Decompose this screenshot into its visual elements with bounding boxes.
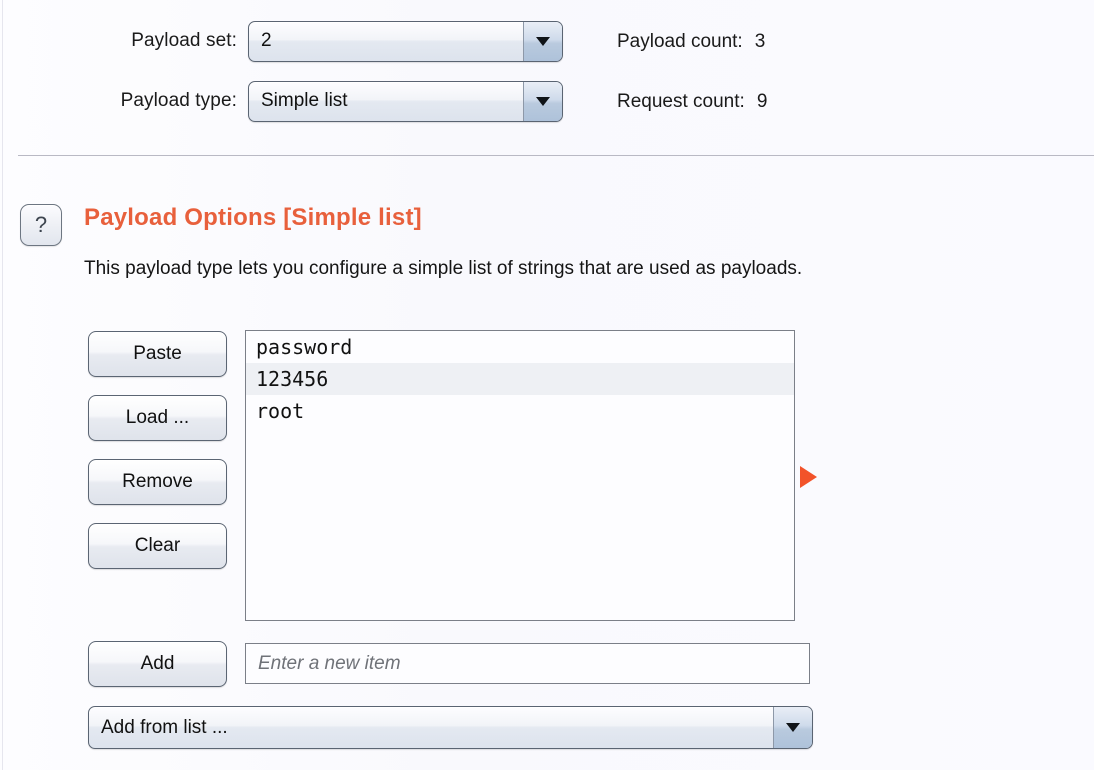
request-count-label: Request count: (617, 91, 745, 112)
payload-set-value: 2 (261, 30, 272, 51)
request-count: Request count: 9 (617, 91, 767, 113)
request-count-value: 9 (756, 91, 768, 112)
page-title: Payload Options [Simple list] (84, 204, 422, 231)
add-from-list-dropdown-button[interactable] (773, 707, 812, 748)
section-divider (18, 155, 1094, 156)
remove-button[interactable]: Remove (88, 459, 227, 505)
payload-count-value: 3 (754, 31, 766, 52)
payload-list[interactable]: password 123456 root (245, 330, 795, 621)
payload-count: Payload count: 3 (617, 31, 765, 53)
clear-button[interactable]: Clear (88, 523, 227, 569)
payload-config-section: Payload set: 2 Payload type: Simple list… (0, 0, 1094, 155)
chevron-down-icon (536, 36, 550, 46)
payload-type-row: Payload type: Simple list (0, 80, 1094, 122)
payload-set-row: Payload set: 2 (0, 20, 1094, 62)
paste-button[interactable]: Paste (88, 331, 227, 377)
add-button[interactable]: Add (88, 641, 227, 687)
payload-type-dropdown-button[interactable] (523, 81, 562, 121)
add-from-list-value: Add from list ... (101, 716, 228, 738)
list-item[interactable]: root (246, 395, 794, 427)
payload-options-panel: Payload set: 2 Payload type: Simple list… (0, 0, 1094, 770)
payload-type-label: Payload type: (120, 90, 237, 111)
payload-set-dropdown-button[interactable] (523, 21, 562, 61)
question-mark-glyph: ? (34, 212, 48, 237)
chevron-down-icon (536, 96, 550, 106)
payload-type-value: Simple list (261, 90, 348, 111)
payload-set-dropdown[interactable]: 2 (248, 20, 563, 62)
help-icon[interactable]: ? (20, 204, 62, 246)
payload-type-dropdown[interactable]: Simple list (248, 80, 563, 122)
load-button[interactable]: Load ... (88, 395, 227, 441)
new-item-placeholder: Enter a new item (258, 652, 401, 674)
list-item[interactable]: password (246, 331, 794, 363)
payload-count-label: Payload count: (617, 31, 743, 52)
payload-set-label: Payload set: (131, 30, 237, 51)
list-item[interactable]: 123456 (246, 363, 794, 395)
chevron-down-icon (786, 723, 800, 732)
section-description: This payload type lets you configure a s… (84, 258, 803, 279)
new-item-input[interactable]: Enter a new item (245, 643, 810, 684)
add-from-list-dropdown[interactable]: Add from list ... (88, 706, 813, 749)
play-triangle-icon (800, 466, 817, 488)
